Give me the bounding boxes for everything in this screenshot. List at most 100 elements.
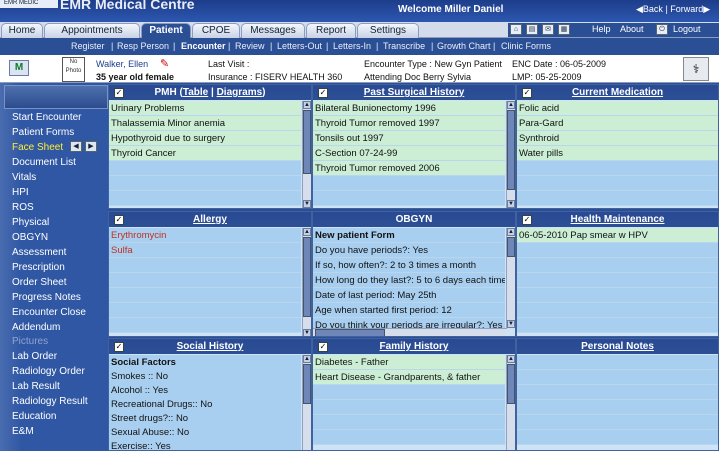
subnav-growth-chart[interactable]: Growth Chart	[437, 38, 491, 55]
scroll-up-icon[interactable]: ▲	[507, 228, 515, 236]
sidebar-item-patient-forms[interactable]: Patient Forms	[8, 125, 108, 140]
allergy-checkbox[interactable]: ✓	[114, 215, 124, 225]
personal-title[interactable]: Personal Notes	[581, 341, 654, 352]
scroll-thumb[interactable]	[303, 364, 311, 404]
list-item[interactable]: Recreational Drugs:: No	[109, 397, 301, 412]
list-item[interactable]: New patient Form	[313, 228, 505, 243]
mail-icon[interactable]: ✉	[542, 24, 554, 35]
obgyn-h-scrollbar[interactable]	[313, 328, 506, 336]
subnav-transcribe[interactable]: Transcribe	[383, 38, 425, 55]
list-item[interactable]: Erythromycin	[109, 228, 301, 243]
tab-patient[interactable]: Patient	[141, 23, 191, 38]
list-item[interactable]: Smokes :: No	[109, 369, 301, 384]
sidebar-item-lab-result[interactable]: Lab Result	[8, 379, 108, 394]
list-item[interactable]: Date of last period: May 25th	[313, 288, 505, 303]
scroll-down-icon[interactable]: ▼	[303, 329, 311, 336]
about-link[interactable]: About	[620, 24, 644, 34]
allergy-scrollbar[interactable]: ▲ ▼	[302, 228, 311, 336]
list-item[interactable]: Diabetes - Father	[313, 355, 505, 370]
back-link[interactable]: Back	[643, 4, 663, 14]
doctor-icon[interactable]: ⚕	[683, 57, 709, 81]
list-item[interactable]: Bilateral Bunionectomy 1996	[313, 101, 505, 116]
list-item[interactable]: Sulfa	[109, 243, 301, 258]
sidebar-item-assessment[interactable]: Assessment	[8, 245, 108, 260]
scroll-thumb[interactable]	[303, 110, 311, 174]
tab-cpoe[interactable]: CPOE	[192, 23, 240, 38]
pmh-table-link[interactable]: Table	[183, 87, 208, 98]
prev-arrow-icon[interactable]: ◀	[70, 141, 82, 152]
family-scrollbar[interactable]: ▲	[506, 355, 515, 450]
health-title[interactable]: Health Maintenance	[571, 214, 665, 225]
scroll-up-icon[interactable]: ▲	[303, 228, 311, 236]
tab-appointments[interactable]: Appointments	[44, 23, 140, 38]
family-title[interactable]: Family History	[380, 341, 449, 352]
list-item[interactable]: Tonsils out 1997	[313, 131, 505, 146]
sidebar-item-hpi[interactable]: HPI	[8, 185, 108, 200]
sidebar-item-radiology-result[interactable]: Radiology Result	[8, 394, 108, 409]
list-item[interactable]: Urinary Problems	[109, 101, 301, 116]
logout-link[interactable]: Logout	[673, 24, 701, 34]
family-checkbox[interactable]: ✓	[318, 342, 328, 352]
list-item[interactable]: Age when started first period: 12	[313, 303, 505, 318]
next-arrow-icon[interactable]: ▶	[85, 141, 97, 152]
sidebar-item-order-sheet[interactable]: Order Sheet	[8, 275, 108, 290]
tab-home[interactable]: Home	[1, 23, 43, 38]
list-item[interactable]: Exercise:: Yes	[109, 439, 301, 450]
list-item[interactable]: How long do they last?: 5 to 6 days each…	[313, 273, 505, 288]
meds-checkbox[interactable]: ✓	[522, 88, 532, 98]
list-item[interactable]: Hypothyroid due to surgery	[109, 131, 301, 146]
social-title[interactable]: Social History	[177, 341, 244, 352]
sidebar-item-radiology-order[interactable]: Radiology Order	[8, 364, 108, 379]
scroll-up-icon[interactable]: ▲	[507, 101, 515, 109]
tab-settings[interactable]: Settings	[357, 23, 419, 38]
print-icon[interactable]: ▤	[526, 24, 538, 35]
forward-link[interactable]: Forward	[670, 4, 703, 14]
help-link[interactable]: Help	[592, 24, 611, 34]
sidebar-item-start-encounter[interactable]: Start Encounter	[8, 110, 108, 125]
scroll-thumb[interactable]	[507, 237, 515, 257]
list-item[interactable]: Folic acid	[517, 101, 718, 116]
edit-icon[interactable]: ✎	[160, 57, 169, 70]
tab-messages[interactable]: Messages	[241, 23, 305, 38]
scroll-down-icon[interactable]: ▼	[303, 200, 311, 208]
list-item[interactable]: Thyroid Tumor removed 1997	[313, 116, 505, 131]
list-item[interactable]: Thyroid Cancer	[109, 146, 301, 161]
scroll-thumb[interactable]	[507, 110, 515, 190]
tab-report[interactable]: Report	[306, 23, 356, 38]
m-icon[interactable]: M	[9, 60, 29, 76]
scroll-up-icon[interactable]: ▲	[303, 355, 311, 363]
list-item[interactable]: Thalassemia Minor anemia	[109, 116, 301, 131]
forward-arrow-icon[interactable]: ▶	[703, 4, 710, 14]
health-checkbox[interactable]: ✓	[522, 215, 532, 225]
scroll-up-icon[interactable]: ▲	[303, 101, 311, 109]
social-scrollbar[interactable]: ▲	[302, 355, 311, 450]
sidebar-item-lab-order[interactable]: Lab Order	[8, 349, 108, 364]
list-item[interactable]: Water pills	[517, 146, 718, 161]
scroll-down-icon[interactable]: ▼	[507, 320, 515, 328]
scroll-thumb[interactable]	[507, 364, 515, 404]
sidebar-item-em[interactable]: E&M	[8, 424, 108, 439]
scroll-thumb[interactable]	[303, 237, 311, 317]
back-arrow-icon[interactable]: ◀	[636, 4, 643, 14]
list-item[interactable]: Heart Disease - Grandparents, & father	[313, 370, 505, 385]
pmh-diagrams-link[interactable]: Diagrams	[217, 87, 263, 98]
psh-title[interactable]: Past Surgical History	[364, 87, 465, 98]
pmh-checkbox[interactable]: ✓	[114, 88, 124, 98]
social-checkbox[interactable]: ✓	[114, 342, 124, 352]
psh-scrollbar[interactable]: ▲ ▼	[506, 101, 515, 208]
list-item[interactable]: If so, how often?: 2 to 3 times a month	[313, 258, 505, 273]
scroll-up-icon[interactable]: ▲	[507, 355, 515, 363]
sidebar-item-ros[interactable]: ROS	[8, 200, 108, 215]
logout-icon[interactable]: ⏻	[656, 24, 668, 35]
list-item[interactable]: Synthroid	[517, 131, 718, 146]
list-item[interactable]: C-Section 07-24-99	[313, 146, 505, 161]
patient-name[interactable]: Walker, Ellen	[96, 59, 148, 69]
obgyn-scrollbar[interactable]: ▲ ▼	[506, 228, 515, 329]
subnav-encounter[interactable]: Encounter	[181, 38, 226, 55]
subnav-letters-in[interactable]: Letters-In	[333, 38, 371, 55]
allergy-title[interactable]: Allergy	[193, 214, 227, 225]
sidebar-item-document-list[interactable]: Document List	[8, 155, 108, 170]
home-icon[interactable]: ⌂	[510, 24, 522, 35]
list-item[interactable]: Alcohol :: Yes	[109, 383, 301, 398]
subnav-clinic-forms[interactable]: Clinic Forms	[501, 38, 551, 55]
